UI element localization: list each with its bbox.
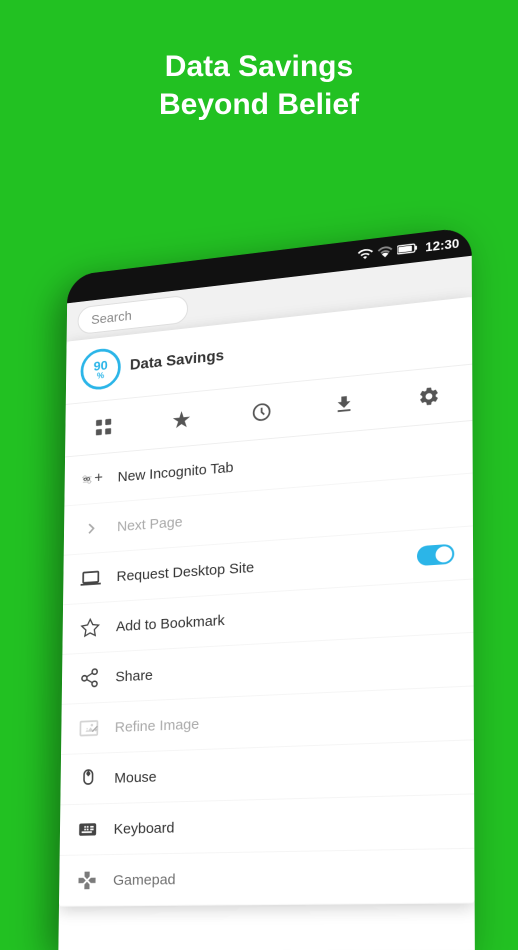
menu-label-mouse: Mouse: [114, 768, 157, 786]
share-icon: [78, 666, 100, 690]
toolbar-history-icon[interactable]: [244, 393, 279, 431]
keyboard-icon: [76, 818, 99, 842]
time-display: 12:30: [425, 235, 459, 254]
savings-badge: 90 %: [80, 347, 121, 392]
toolbar-bookmarks-icon[interactable]: [164, 401, 198, 438]
toggle-switch[interactable]: [417, 544, 454, 566]
toolbar-downloads-icon[interactable]: [326, 385, 362, 423]
menu-label-refine-image: Refine Image: [115, 716, 200, 736]
menu-label-share: Share: [115, 667, 153, 685]
battery-icon: [397, 242, 417, 256]
chevron-right-icon: [80, 516, 102, 540]
menu-label-request-desktop: Request Desktop Site: [116, 559, 254, 584]
star-outline-icon: [79, 616, 101, 640]
menu-item-gamepad[interactable]: Gamepad: [59, 849, 475, 907]
gamepad-icon: [76, 869, 99, 892]
incognito-icon: +: [81, 467, 103, 491]
headline: Data Savings Beyond Belief: [0, 48, 518, 123]
menu-label-keyboard: Keyboard: [114, 819, 175, 837]
menu-label-gamepad: Gamepad: [113, 871, 176, 888]
toolbar-tabs-icon[interactable]: [87, 409, 120, 446]
dropdown-panel: 90 % Data Savings: [59, 297, 475, 907]
menu-label-add-bookmark: Add to Bookmark: [116, 612, 225, 635]
toolbar-settings-icon[interactable]: [411, 377, 448, 416]
app-header: Data Savings Beyond Belief: [0, 0, 518, 153]
wifi-icon: [357, 245, 373, 262]
phone-container: 12:30 Search 90 % Data Savings: [49, 230, 469, 950]
image-edit-icon: [78, 716, 100, 740]
menu-item-keyboard[interactable]: Keyboard: [60, 794, 475, 855]
phone-shell: 12:30 Search 90 % Data Savings: [58, 227, 474, 950]
menu-label-new-incognito-tab: New Incognito Tab: [118, 459, 234, 485]
savings-title: Data Savings: [130, 348, 224, 375]
mouse-icon: [77, 767, 99, 791]
search-box[interactable]: Search: [77, 295, 188, 335]
desktop-icon: [80, 566, 102, 590]
signal-icon: [377, 243, 393, 260]
menu-label-next-page: Next Page: [117, 514, 183, 535]
